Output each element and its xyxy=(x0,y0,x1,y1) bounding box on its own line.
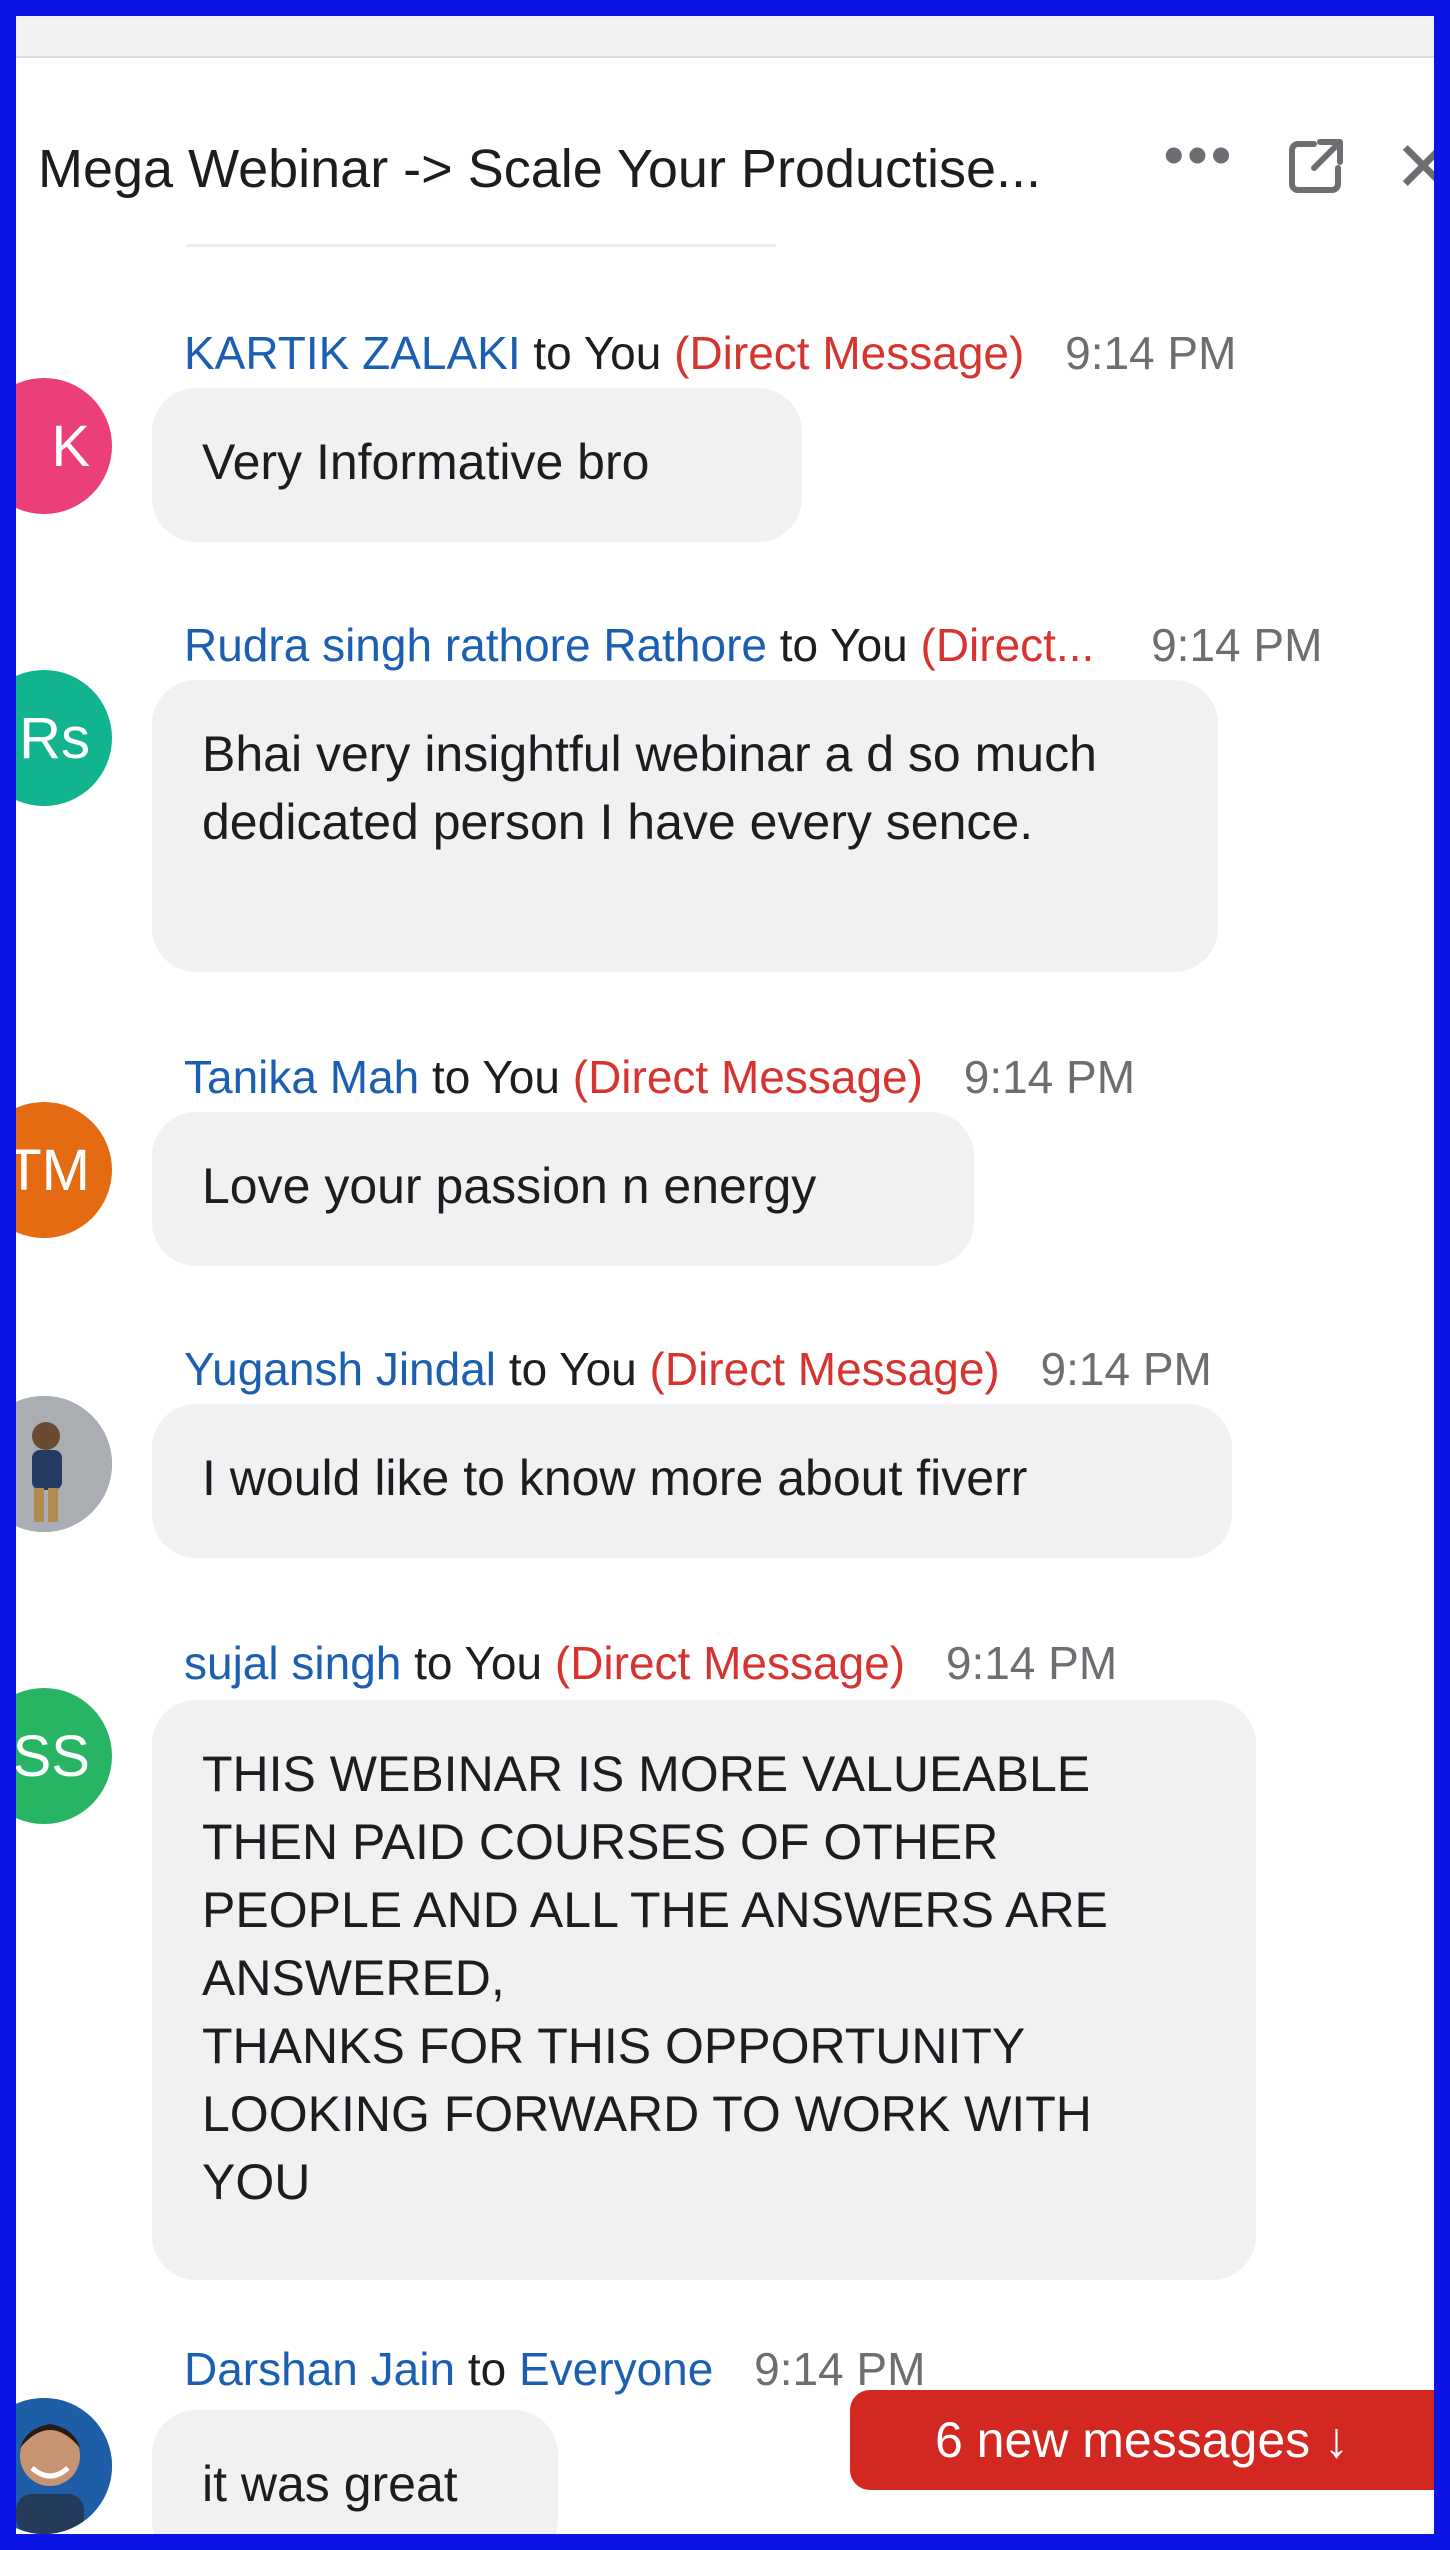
user-photo-icon xyxy=(16,2398,112,2534)
recipient: You xyxy=(830,619,908,671)
window-top-strip xyxy=(16,16,1434,58)
more-icon[interactable]: ••• xyxy=(1164,122,1235,187)
message-header: Rudra singh rathore Rathore to You (Dire… xyxy=(184,619,1323,671)
avatar: SS xyxy=(16,1688,112,1824)
sender-name[interactable]: Rudra singh rathore Rathore xyxy=(184,619,767,671)
direct-message-tag: (Direct Message) xyxy=(554,1637,906,1689)
divider xyxy=(186,244,776,247)
message-text: Love your passion n energy xyxy=(202,1158,817,1214)
user-photo-icon xyxy=(16,1396,112,1532)
sender-name[interactable]: Tanika Mah xyxy=(184,1051,419,1103)
sender-name[interactable]: Darshan Jain xyxy=(184,2343,455,2395)
avatar: TM xyxy=(16,1102,112,1238)
chat-panel: Mega Webinar -> Scale Your Productise...… xyxy=(16,16,1434,2534)
avatar: Rs xyxy=(16,670,112,806)
message-bubble: I would like to know more about fiverr xyxy=(152,1404,1232,1558)
message-header: Darshan Jain to Everyone 9:14 PM xyxy=(184,2343,926,2395)
recipient: Everyone xyxy=(518,2343,714,2395)
recipient: You xyxy=(583,327,662,379)
message-text: THIS WEBINAR IS MORE VALUEABLE THEN PAID… xyxy=(202,1746,1108,2210)
timestamp: 9:14 PM xyxy=(945,1637,1118,1689)
message-text: I would like to know more about fiverr xyxy=(202,1450,1028,1506)
message-bubble: THIS WEBINAR IS MORE VALUEABLE THEN PAID… xyxy=(152,1700,1256,2280)
direct-message-tag: (Direct Message) xyxy=(649,1343,1000,1395)
message-header: sujal singh to You (Direct Message) 9:14… xyxy=(184,1637,1118,1689)
avatar: K xyxy=(16,378,112,514)
recipient: You xyxy=(559,1343,637,1395)
sender-name[interactable]: KARTIK ZALAKI xyxy=(184,327,521,379)
message-bubble: it was great xyxy=(152,2410,558,2534)
message-text: it was great xyxy=(202,2456,458,2512)
message-header: Yugansh Jindal to You (Direct Message) 9… xyxy=(184,1343,1212,1395)
message-text: Bhai very insightful webinar a d so much… xyxy=(202,726,1097,850)
new-messages-button[interactable]: 6 new messages ↓ xyxy=(850,2390,1434,2490)
chat-titlebar: Mega Webinar -> Scale Your Productise...… xyxy=(16,56,1434,236)
direct-message-tag: (Direct... xyxy=(920,619,1095,671)
sender-name[interactable]: sujal singh xyxy=(184,1637,401,1689)
close-icon[interactable]: ✕ xyxy=(1394,126,1434,208)
timestamp: 9:14 PM xyxy=(1151,619,1323,671)
message-bubble: Very Informative bro xyxy=(152,388,802,542)
timestamp: 9:14 PM xyxy=(1065,327,1237,379)
message-header: KARTIK ZALAKI to You (Direct Message) 9:… xyxy=(184,327,1237,379)
recipient: You xyxy=(482,1051,560,1103)
message-bubble: Love your passion n energy xyxy=(152,1112,974,1266)
timestamp: 9:14 PM xyxy=(754,2343,926,2395)
popout-icon[interactable] xyxy=(1284,134,1348,198)
message-text: Very Informative bro xyxy=(202,434,650,490)
timestamp: 9:14 PM xyxy=(1040,1343,1212,1395)
message-header: Tanika Mah to You (Direct Message) 9:14 … xyxy=(184,1051,1136,1103)
chat-title: Mega Webinar -> Scale Your Productise... xyxy=(38,139,1042,199)
recipient: You xyxy=(464,1637,543,1689)
direct-message-tag: (Direct Message) xyxy=(572,1051,923,1103)
sender-name[interactable]: Yugansh Jindal xyxy=(184,1343,496,1395)
timestamp: 9:14 PM xyxy=(963,1051,1136,1103)
message-bubble: Bhai very insightful webinar a d so much… xyxy=(152,680,1218,972)
direct-message-tag: (Direct Message) xyxy=(674,327,1025,379)
